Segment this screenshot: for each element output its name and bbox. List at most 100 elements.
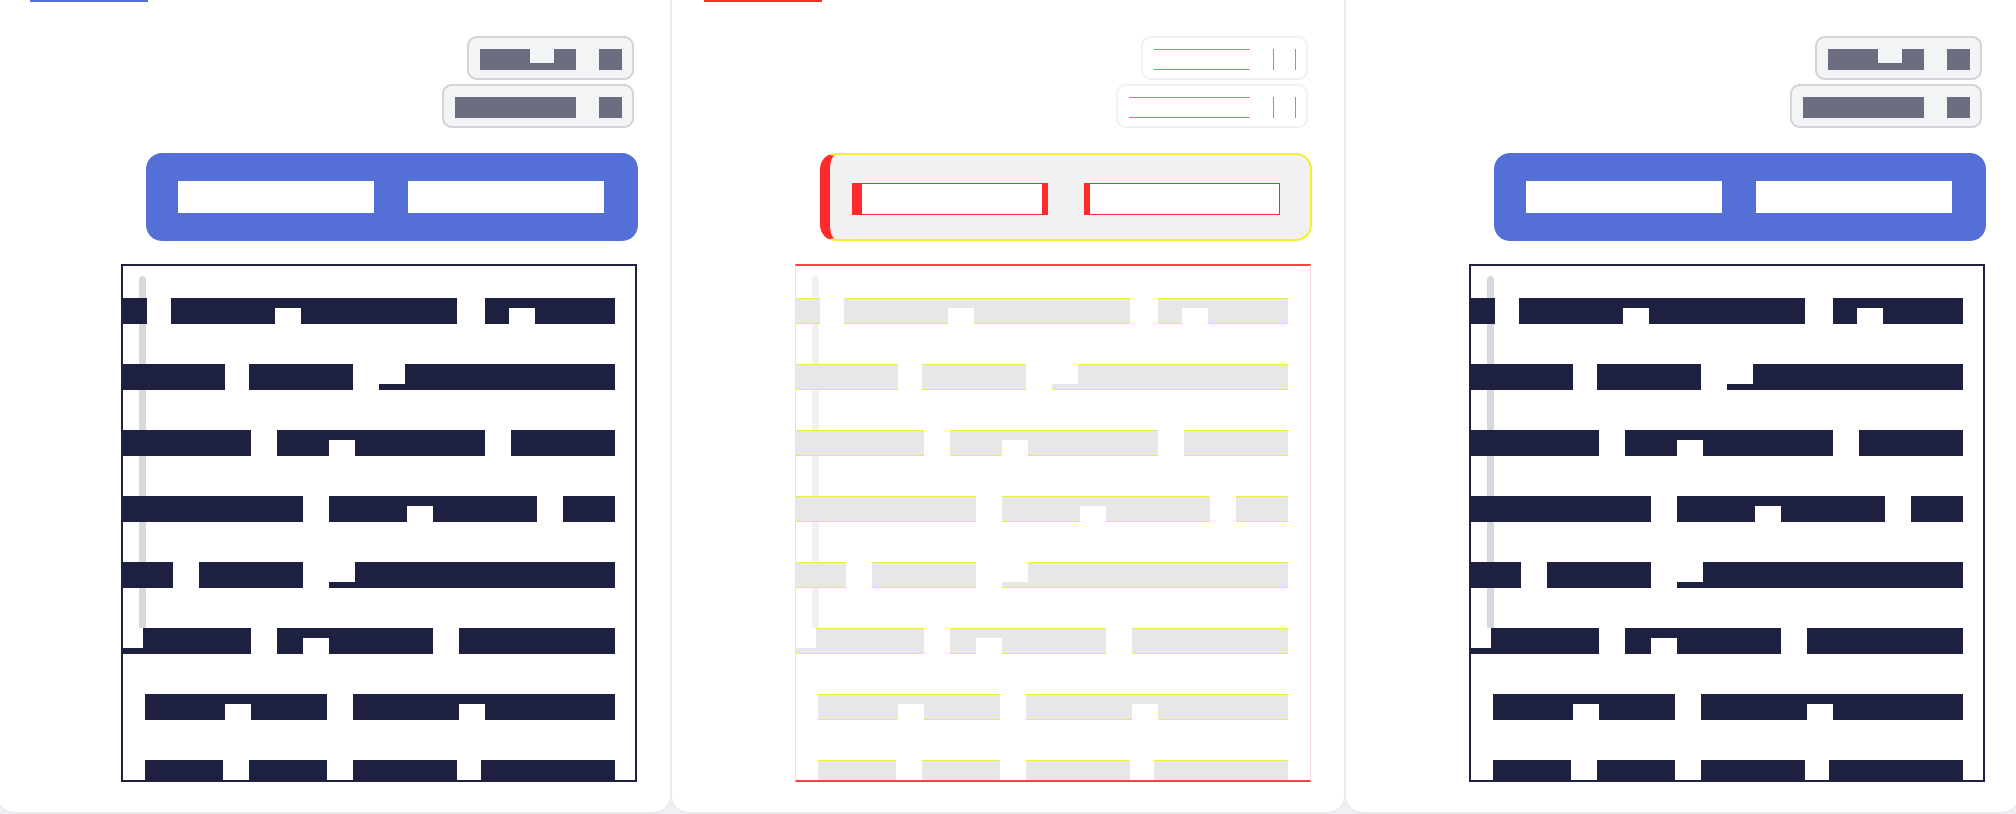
square-icon [1273,49,1296,70]
code-token [796,430,924,456]
segmented-control [820,153,1312,241]
square-icon [1947,49,1970,70]
code-token-gap [459,704,485,720]
code-token-gap [1132,704,1158,720]
code-token [329,562,615,588]
code-token [1471,298,1495,324]
code-token [796,496,976,522]
code-token [379,364,615,390]
code-token-gap [976,638,1002,654]
code-token-gap [1677,562,1703,582]
code-token [1493,760,1571,780]
top-pill-button-1[interactable] [467,36,634,80]
code-token [1154,760,1288,780]
code-token [1859,430,1963,456]
code-token [1002,496,1210,522]
code-token [353,760,457,780]
code-token [485,298,615,324]
code-token [1807,628,1963,654]
code-editor[interactable] [795,264,1311,782]
code-token-gap [275,308,301,324]
code-token-gap [898,704,924,720]
code-token [950,430,1158,456]
code-token [1002,562,1288,588]
pill-label [1828,49,1924,70]
code-token [145,760,223,780]
code-token [1833,298,1963,324]
code-token-gap [948,308,974,324]
code-token-gap [225,704,251,720]
segment-option-1[interactable] [852,183,1048,215]
code-editor[interactable] [121,264,637,782]
code-token-gap [796,628,816,648]
segment-option-1[interactable] [1526,181,1722,213]
code-token-gap [407,506,433,522]
top-pill-button-2[interactable] [1790,84,1982,128]
code-token [818,760,896,780]
code-token [1026,760,1130,780]
code-token [844,298,1130,324]
code-token-gap [1052,364,1078,384]
square-icon [599,97,622,118]
code-token [277,628,433,654]
code-token [123,298,147,324]
pill-label [480,49,576,70]
code-token [1471,364,1573,390]
code-token-gap [1080,506,1106,522]
code-token [1471,496,1651,522]
code-token [922,364,1026,390]
code-token [1829,760,1963,780]
code-token-gap [1623,308,1649,324]
code-token [796,562,846,588]
code-token [950,628,1106,654]
code-token-gap [1651,638,1677,654]
segment-option-2[interactable] [408,181,604,213]
panel-center [672,0,1344,812]
code-token-gap [379,364,405,384]
code-token-gap [1857,308,1883,324]
code-token [199,562,303,588]
code-token-gap [303,638,329,654]
code-token [1184,430,1288,456]
code-token [1471,430,1599,456]
panel-top-indicator [30,0,148,2]
code-token [1677,562,1963,588]
segment-option-2[interactable] [1084,183,1280,215]
segment-option-1[interactable] [178,181,374,213]
top-pill-button-1[interactable] [1815,36,1982,80]
code-token-gap [1807,704,1833,720]
code-token [329,496,537,522]
code-token-gap [1573,704,1599,720]
code-token [459,628,615,654]
code-editor[interactable] [1469,264,1985,782]
square-icon [599,49,622,70]
code-token-gap [329,562,355,582]
top-pill-button-2[interactable] [442,84,634,128]
code-token [1677,496,1885,522]
code-token [123,562,173,588]
pill-label-notch [530,49,554,63]
code-token [1727,364,1963,390]
code-token [1625,628,1781,654]
code-token-gap [1002,440,1028,456]
code-token [123,364,225,390]
panel-top-indicator [704,0,822,2]
segment-option-2[interactable] [1756,181,1952,213]
code-token [511,430,615,456]
pill-label [455,97,576,118]
top-pill-button-1[interactable] [1141,36,1308,80]
code-token [1052,364,1288,390]
code-token [123,496,303,522]
code-token [796,364,898,390]
segmented-control [1494,153,1986,241]
top-pill-button-2[interactable] [1116,84,1308,128]
pill-label [1154,49,1250,70]
pill-label [1129,97,1250,118]
code-token [922,760,1000,780]
code-token-gap [1002,562,1028,582]
segmented-control [146,153,638,241]
code-token [171,298,457,324]
code-token-gap [123,628,143,648]
code-token [1236,496,1288,522]
code-token-gap [329,440,355,456]
